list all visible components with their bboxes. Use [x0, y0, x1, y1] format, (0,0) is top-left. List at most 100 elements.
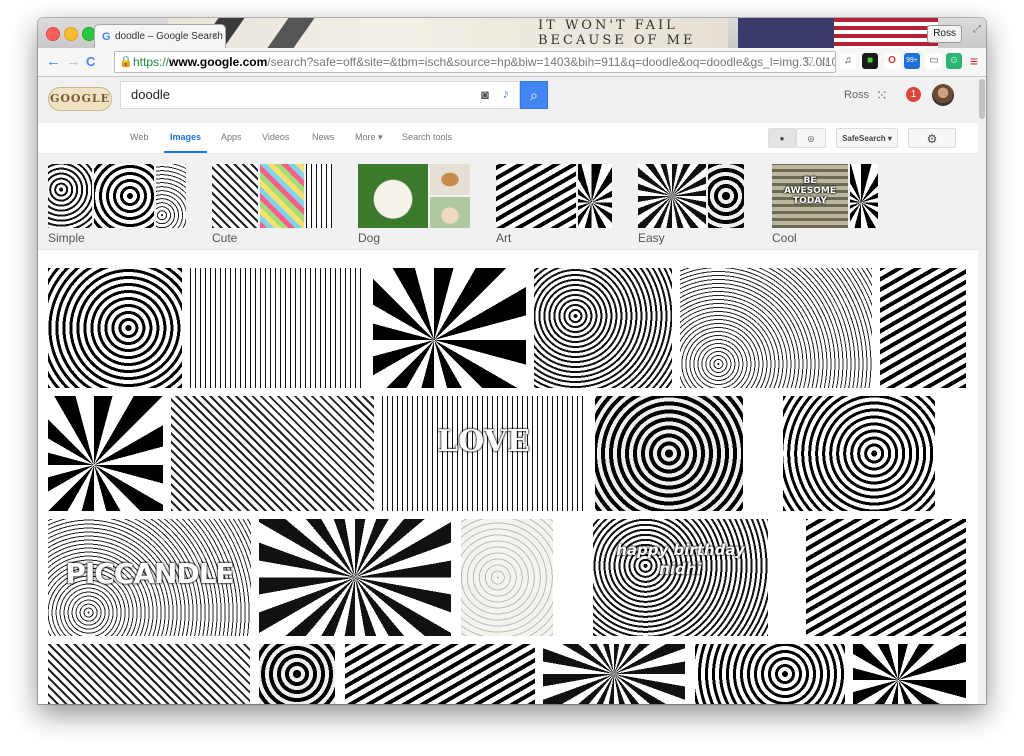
related-thumbnail[interactable] — [430, 197, 470, 228]
related-thumbnail[interactable] — [306, 164, 332, 228]
result-image[interactable] — [853, 644, 966, 704]
result-image[interactable] — [783, 396, 935, 511]
related-thumbnail[interactable] — [638, 164, 706, 228]
result-image[interactable] — [595, 396, 743, 511]
related-searches: Simple Cute Dog Art Easy BE AWESOME TODA… — [38, 154, 978, 250]
google-doodle-logo[interactable]: GOOGLE — [48, 87, 112, 111]
result-image[interactable] — [543, 644, 685, 704]
result-image[interactable] — [880, 268, 966, 388]
extension-puzzle-icon[interactable]: ♫ — [840, 53, 856, 69]
related-thumbnail[interactable] — [94, 164, 154, 228]
related-thumbnail[interactable] — [156, 164, 186, 228]
result-image[interactable] — [259, 644, 335, 704]
settings-gear-icon[interactable]: ⚙ — [908, 128, 956, 148]
related-label[interactable]: Dog — [358, 231, 380, 245]
thumbnail-text: BE AWESOME TODAY — [772, 176, 848, 206]
tab-more[interactable]: More ▾ — [355, 132, 383, 143]
browser-toolbar: ← → C 🔒 https://www.google.com/search?sa… — [38, 48, 986, 77]
related-thumbnail[interactable] — [578, 164, 612, 228]
tab-videos[interactable]: Videos — [262, 132, 289, 142]
search-button[interactable]: ⌕ — [520, 81, 548, 109]
tab-search-tools[interactable]: Search tools — [402, 132, 452, 142]
extension-badge-icon[interactable]: 99+ — [904, 53, 920, 69]
tab-web[interactable]: Web — [130, 132, 148, 142]
search-input[interactable] — [129, 86, 453, 103]
person-icon[interactable]: ● — [768, 128, 796, 148]
related-thumbnail[interactable]: BE AWESOME TODAY — [772, 164, 848, 228]
result-image[interactable] — [534, 268, 672, 388]
result-image[interactable] — [695, 644, 845, 704]
scrollbar[interactable] — [978, 77, 986, 704]
love-caption: LOVE — [437, 424, 530, 459]
minimize-window-button[interactable] — [64, 27, 78, 41]
reload-icon[interactable]: C — [86, 54, 95, 69]
related-thumbnail[interactable] — [212, 164, 258, 228]
related-label[interactable]: Cute — [212, 231, 237, 245]
chrome-menu-icon[interactable]: ≡ — [966, 53, 982, 69]
back-icon[interactable]: ← — [46, 53, 61, 70]
result-image[interactable] — [48, 644, 250, 704]
google-favicon-icon: G — [102, 31, 111, 43]
related-thumbnail[interactable] — [430, 164, 470, 195]
camera-icon[interactable]: ◙ — [481, 87, 489, 102]
close-tab-icon[interactable]: × — [212, 25, 218, 49]
result-image[interactable] — [48, 268, 182, 388]
safesearch-button[interactable]: SafeSearch ▾ — [836, 128, 898, 148]
result-image[interactable] — [259, 519, 451, 636]
birthday-caption: happy birthday nidhi — [616, 541, 745, 578]
related-thumbnail[interactable] — [496, 164, 576, 228]
extension-opera-icon[interactable]: O — [884, 53, 900, 69]
related-thumbnail[interactable] — [260, 164, 304, 228]
globe-icon[interactable]: ◎ — [796, 128, 826, 148]
bookmark-star-icon[interactable]: ☆ — [818, 52, 830, 72]
result-image[interactable] — [461, 519, 553, 636]
result-image[interactable]: LOVE — [382, 396, 585, 511]
fullscreen-icon[interactable]: ⤢ — [973, 24, 981, 35]
extension-green-icon[interactable]: ■ — [862, 53, 878, 69]
cool-text-line: TODAY — [793, 196, 827, 206]
related-thumbnail[interactable] — [708, 164, 744, 228]
related-label[interactable]: Simple — [48, 231, 85, 245]
result-image[interactable] — [48, 396, 163, 511]
related-thumbnail[interactable] — [48, 164, 92, 228]
scrollbar-thumb[interactable] — [979, 79, 985, 119]
flag-image — [738, 18, 938, 48]
related-thumbnail[interactable] — [358, 164, 428, 228]
flag-canton — [738, 18, 834, 48]
notification-badge[interactable]: 1 — [906, 87, 921, 102]
cast-icon[interactable]: ▭ — [926, 53, 942, 69]
extension-chat-icon[interactable]: ☺ — [946, 53, 962, 69]
result-image[interactable] — [373, 268, 526, 388]
result-image[interactable]: PICCANDLE — [48, 519, 251, 636]
result-image[interactable] — [171, 396, 374, 511]
avatar[interactable] — [932, 84, 954, 106]
result-image[interactable] — [806, 519, 966, 636]
result-image[interactable]: happy birthday nidhi — [593, 519, 768, 636]
tab-apps[interactable]: Apps — [221, 132, 242, 142]
apps-grid-icon[interactable]: ⁙ — [876, 87, 888, 104]
url-text: https://www.google.com/search?safe=off&s… — [133, 52, 835, 72]
related-thumbnail[interactable] — [850, 164, 878, 228]
candle-caption: PICCANDLE — [65, 557, 234, 590]
shield-icon[interactable]: ⛉ — [805, 52, 813, 72]
background-photo: IT WON'T FAIL BECAUSE OF ME — [168, 18, 728, 48]
search-box[interactable]: ◙ ♪ — [120, 81, 520, 109]
profile-button[interactable]: Ross — [927, 25, 962, 43]
result-image[interactable] — [345, 644, 535, 704]
address-bar[interactable]: 🔒 https://www.google.com/search?safe=off… — [114, 51, 836, 73]
desktop: IT WON'T FAIL BECAUSE OF ME G doodle – G… — [0, 0, 1024, 756]
related-label[interactable]: Art — [496, 231, 511, 245]
related-label[interactable]: Cool — [772, 231, 797, 245]
microphone-icon[interactable]: ♪ — [503, 86, 510, 101]
result-image[interactable] — [190, 268, 365, 388]
user-name[interactable]: Ross — [844, 89, 869, 101]
cool-text-line: AWESOME — [784, 186, 836, 196]
background-text: IT WON'T FAIL BECAUSE OF ME — [538, 18, 696, 48]
result-image[interactable] — [680, 268, 872, 388]
forward-icon[interactable]: → — [66, 53, 81, 70]
close-window-button[interactable] — [46, 27, 60, 41]
tab-news[interactable]: News — [312, 132, 335, 142]
related-label[interactable]: Easy — [638, 231, 665, 245]
browser-tab[interactable]: G doodle – Google Search × — [94, 24, 226, 48]
tab-images[interactable]: Images — [163, 132, 208, 153]
